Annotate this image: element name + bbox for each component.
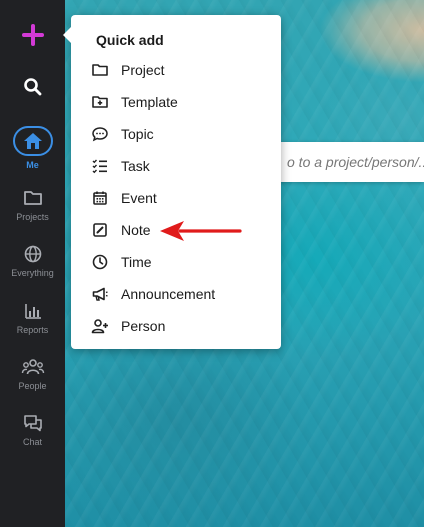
clock-icon — [91, 253, 109, 271]
people-icon — [21, 359, 44, 375]
sidebar-item-people[interactable]: People — [0, 357, 65, 391]
sidebar-item-reports[interactable]: Reports — [0, 301, 65, 335]
quick-add-menu: Quick add Project Template Topic Task Ev… — [63, 15, 281, 349]
search-icon[interactable] — [18, 72, 48, 102]
menu-item-event[interactable]: Event — [91, 186, 271, 210]
menu-item-label: Announcement — [121, 286, 216, 302]
calendar-icon — [91, 189, 109, 207]
sidebar-item-label: Everything — [11, 268, 54, 278]
menu-item-topic[interactable]: Topic — [91, 122, 271, 146]
menu-item-label: Task — [121, 158, 150, 174]
globe-icon — [24, 245, 41, 263]
megaphone-icon — [91, 285, 109, 303]
menu-item-announcement[interactable]: Announcement — [91, 282, 271, 306]
sidebar-item-label: Projects — [16, 212, 49, 222]
menu-item-person[interactable]: Person — [91, 314, 271, 338]
menu-item-label: Template — [121, 94, 178, 110]
sidebar-item-projects[interactable]: Projects — [0, 188, 65, 222]
home-icon — [12, 126, 53, 156]
sidebar-item-chat[interactable]: Chat — [0, 413, 65, 447]
edit-note-icon — [91, 221, 109, 239]
menu-item-label: Event — [121, 190, 157, 206]
bar-chart-icon — [24, 304, 41, 319]
sidebar-item-everything[interactable]: Everything — [0, 244, 65, 278]
chat-icon — [23, 415, 42, 432]
menu-item-time[interactable]: Time — [91, 250, 271, 274]
sidebar-item-label: Reports — [16, 325, 49, 335]
folder-icon — [91, 61, 109, 79]
menu-item-label: Project — [121, 62, 165, 78]
menu-item-template[interactable]: Template — [91, 90, 271, 114]
folder-plus-icon — [91, 93, 109, 111]
quick-add-title: Quick add — [96, 32, 164, 48]
search-bar[interactable] — [279, 142, 424, 182]
menu-item-label: Topic — [121, 126, 154, 142]
menu-item-label: Time — [121, 254, 152, 270]
folder-icon — [23, 191, 42, 205]
comment-icon — [91, 125, 109, 143]
sidebar: Me Projects Everything Reports People Ch… — [0, 0, 65, 527]
menu-item-label: Person — [121, 318, 166, 334]
sidebar-item-label: Me — [26, 160, 39, 170]
sidebar-item-me[interactable]: Me — [0, 126, 65, 170]
sidebar-item-label: People — [18, 381, 47, 391]
plus-icon[interactable] — [18, 20, 48, 50]
search-input[interactable] — [279, 142, 424, 182]
menu-item-project[interactable]: Project — [91, 58, 271, 82]
red-arrow-annotation — [160, 221, 242, 241]
person-add-icon — [91, 317, 109, 335]
menu-item-label: Note — [121, 222, 151, 238]
checklist-icon — [91, 157, 109, 175]
sidebar-item-label: Chat — [22, 437, 42, 447]
menu-item-task[interactable]: Task — [91, 154, 271, 178]
